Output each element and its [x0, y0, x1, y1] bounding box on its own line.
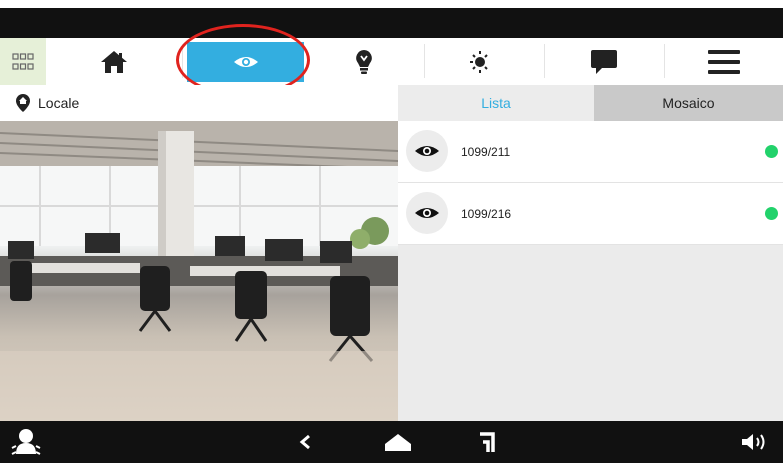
nav-scenes-button[interactable] — [424, 38, 544, 85]
camera-list: 1099/211 1099/216 — [398, 121, 783, 421]
camera-id: 1099/211 — [461, 144, 511, 159]
nav-grid-button[interactable] — [0, 38, 46, 85]
nav-messages-button[interactable] — [544, 38, 664, 85]
eye-icon — [233, 57, 258, 67]
bulb-icon — [356, 49, 372, 74]
status-indicator — [765, 145, 778, 158]
map-pin-icon — [16, 94, 30, 112]
sun-moon-icon — [470, 50, 493, 73]
doorbell-icon — [11, 429, 41, 455]
nav-separator — [182, 44, 183, 78]
volume-button[interactable] — [735, 421, 775, 463]
tab-mosaic[interactable]: Mosaico — [594, 85, 783, 121]
bottom-bar — [0, 421, 783, 463]
top-nav — [0, 38, 783, 86]
back-button[interactable] — [290, 421, 320, 463]
menu-icon — [707, 49, 740, 74]
home-icon — [385, 434, 411, 451]
view-mode-tabs: Lista Mosaico — [398, 85, 783, 121]
camera-view[interactable] — [0, 121, 398, 421]
nav-home-button[interactable] — [46, 38, 182, 85]
camera-list-item[interactable]: 1099/211 — [398, 121, 783, 183]
recent-icon — [480, 432, 495, 452]
eye-icon — [406, 192, 448, 234]
home-button[interactable] — [378, 421, 418, 463]
back-icon — [299, 434, 310, 450]
nav-cameras-button[interactable] — [187, 42, 304, 82]
recent-button[interactable] — [472, 421, 502, 463]
location-label: Locale — [38, 95, 80, 111]
nav-menu-button[interactable] — [664, 38, 783, 85]
doorbell-button[interactable] — [6, 421, 46, 463]
tab-list[interactable]: Lista — [398, 85, 594, 121]
camera-id: 1099/216 — [461, 206, 512, 221]
nav-lights-button[interactable] — [304, 38, 424, 85]
status-bar — [0, 8, 783, 38]
volume-icon — [742, 434, 765, 450]
home-icon — [101, 50, 127, 73]
status-indicator — [765, 207, 778, 220]
camera-image — [0, 121, 398, 421]
camera-list-item[interactable]: 1099/216 — [398, 183, 783, 245]
location-header: Locale — [0, 85, 398, 121]
grid-icon — [12, 52, 34, 70]
chat-icon — [591, 49, 617, 74]
eye-icon — [406, 130, 448, 172]
